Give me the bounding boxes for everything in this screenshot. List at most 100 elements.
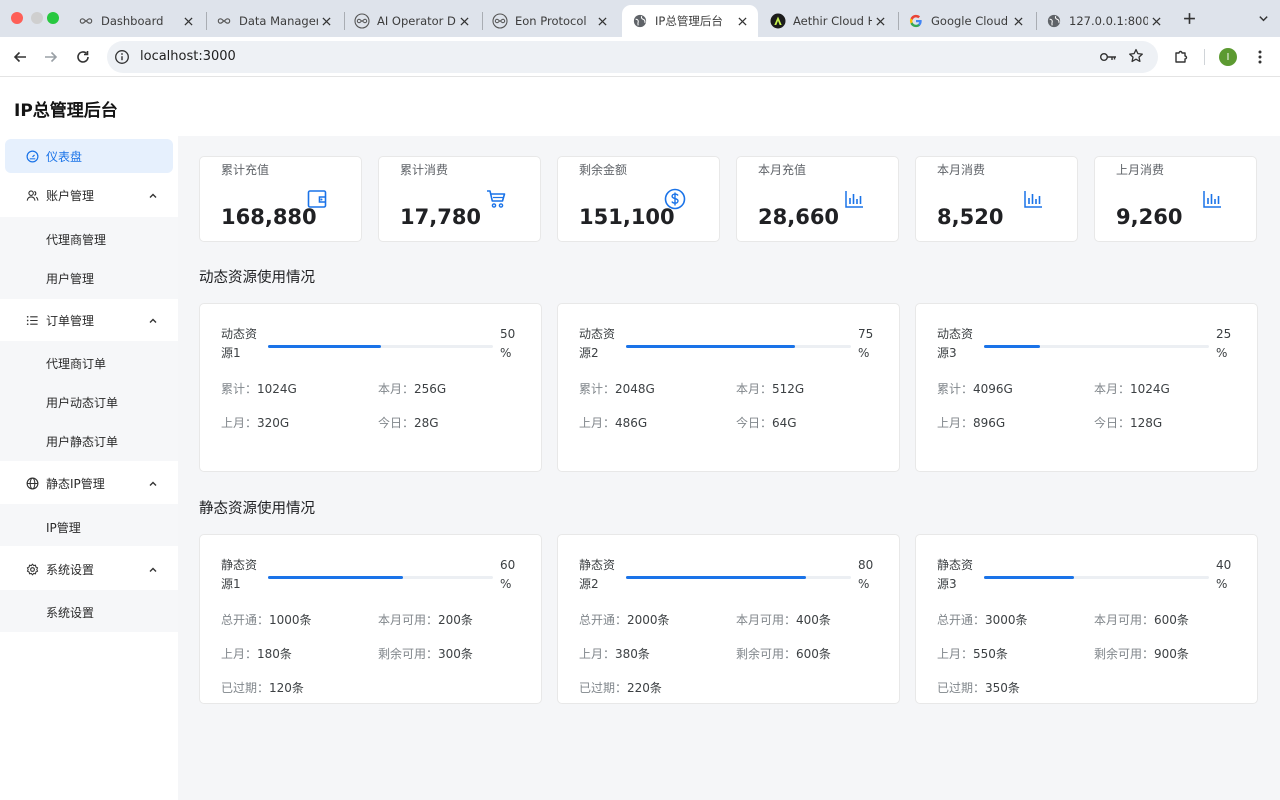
profile-avatar[interactable]: I	[1219, 48, 1237, 66]
sidebar-item-label: 仪表盘	[46, 149, 83, 164]
resource-stat: 总开通：1000条	[221, 613, 312, 627]
usage-progress-fill	[626, 576, 806, 579]
resource-stat: 上月：320G	[221, 416, 290, 430]
browser-tab[interactable]: Eon Protocol	[482, 5, 618, 37]
resource-stat: 上月：550条	[937, 647, 1008, 661]
infinity-circle-icon	[354, 13, 370, 29]
stat-value: 168,880	[221, 205, 317, 229]
close-icon[interactable]	[734, 13, 750, 29]
sidebar-item-label: 订单管理	[46, 313, 95, 328]
sidebar-subitem-user-management[interactable]: 用户管理	[46, 270, 94, 287]
address-bar[interactable]: localhost:3000	[107, 41, 1158, 73]
static-resource-card: 静态资 源2 80% 总开通：2000条 本月可用：400条 上月：380条 剩余…	[557, 534, 900, 704]
browser-menu-kebab-icon[interactable]	[1250, 47, 1270, 67]
sidebar-subitem-agent-orders[interactable]: 代理商订单	[46, 355, 106, 372]
usage-progress-bar	[984, 576, 1209, 579]
sidebar-item-orders[interactable]: 订单管理	[5, 303, 173, 337]
globe-icon	[632, 13, 648, 29]
close-icon[interactable]	[180, 13, 196, 29]
stat-value: 8,520	[937, 205, 1004, 229]
close-icon[interactable]	[318, 13, 334, 29]
sidebar-subitem-system-settings[interactable]: 系统设置	[46, 604, 94, 621]
dashboard-gauge-icon	[25, 149, 39, 163]
browser-tab[interactable]: AI Operator Dashboard	[344, 5, 480, 37]
minimize-window-button[interactable]	[31, 12, 43, 24]
resource-stat: 本月可用：200条	[378, 613, 473, 627]
tab-search-chevron-icon[interactable]	[1254, 9, 1272, 27]
new-tab-plus-icon[interactable]	[1180, 9, 1198, 27]
bar-chart-icon	[1201, 188, 1223, 210]
resource-name: 动态资 源3	[937, 327, 974, 360]
resource-stat: 累计：4096G	[937, 382, 1013, 396]
browser-tab[interactable]: Data Management	[206, 5, 342, 37]
stat-card-remaining-balance: 剩余金额 151,100	[557, 156, 720, 242]
resource-name: 静态资 源2	[579, 558, 616, 591]
resource-stat: 剩余可用：300条	[378, 647, 473, 661]
resource-stat: 已过期：120条	[221, 681, 304, 695]
resource-stat: 上月：180条	[221, 647, 292, 661]
sidebar-item-accounts[interactable]: 账户管理	[5, 178, 173, 212]
bar-chart-icon	[843, 188, 865, 210]
sidebar-subitem-user-static-orders[interactable]: 用户静态订单	[46, 433, 118, 450]
resource-name: 动态资 源1	[221, 327, 258, 360]
usage-progress-bar	[984, 345, 1209, 348]
browser-tab[interactable]: Dashboard	[68, 5, 204, 37]
close-icon[interactable]	[456, 13, 472, 29]
browser-tab[interactable]: Google Cloud Platform	[898, 5, 1034, 37]
sidebar-subitem-agent-management[interactable]: 代理商管理	[46, 231, 106, 248]
resource-name: 静态资 源1	[221, 558, 258, 591]
sidebar-item-static-ip[interactable]: 静态IP管理	[5, 466, 173, 500]
static-resource-card: 静态资 源1 60% 总开通：1000条 本月可用：200条 上月：180条 剩余…	[199, 534, 542, 704]
close-window-button[interactable]	[11, 12, 23, 24]
chevron-up-icon[interactable]	[148, 315, 158, 325]
usage-progress-fill	[984, 576, 1074, 579]
section-title-dynamic: 动态资源使用情况	[199, 270, 315, 286]
chevron-up-icon[interactable]	[148, 190, 158, 200]
forward-arrow-icon[interactable]	[41, 47, 61, 67]
stat-value: 28,660	[758, 205, 840, 229]
stat-label: 本月充值	[758, 163, 807, 177]
resource-stat: 总开通：3000条	[937, 613, 1028, 627]
sidebar-subitem-ip-management[interactable]: IP管理	[46, 519, 81, 536]
resource-stat: 今日：128G	[1094, 416, 1163, 430]
sidebar-item-dashboard[interactable]: 仪表盘	[5, 139, 173, 173]
close-icon[interactable]	[872, 13, 888, 29]
stat-value: 151,100	[579, 205, 675, 229]
browser-toolbar: localhost:3000 I	[0, 37, 1280, 77]
url-text: localhost:3000	[140, 49, 236, 64]
users-icon	[25, 188, 39, 202]
usage-percent: 60%	[500, 558, 516, 591]
browser-tab-active[interactable]: IP总管理后台	[622, 5, 758, 37]
stat-card-month-recharge: 本月充值 28,660	[736, 156, 899, 242]
tab-title: 127.0.0.1:8000	[1069, 14, 1148, 28]
bookmark-star-icon[interactable]	[1128, 48, 1144, 64]
resource-name: 动态资 源2	[579, 327, 616, 360]
resource-stat: 本月：512G	[736, 382, 805, 396]
close-icon[interactable]	[1148, 13, 1164, 29]
gear-icon	[25, 562, 39, 576]
password-key-icon[interactable]	[1099, 49, 1117, 65]
tab-title: Dashboard	[101, 14, 164, 28]
sidebar-item-settings[interactable]: 系统设置	[5, 552, 173, 586]
submenu-static-ip	[0, 504, 178, 546]
close-icon[interactable]	[1010, 13, 1026, 29]
maximize-window-button[interactable]	[47, 12, 59, 24]
infinity-icon	[78, 13, 94, 29]
close-icon[interactable]	[594, 13, 610, 29]
tab-title: Eon Protocol	[515, 14, 587, 28]
chevron-up-icon[interactable]	[148, 564, 158, 574]
browser-tab[interactable]: Aethir Cloud Hub	[760, 5, 896, 37]
chevron-up-icon[interactable]	[148, 478, 158, 488]
extensions-puzzle-icon[interactable]	[1171, 47, 1191, 67]
back-arrow-icon[interactable]	[10, 47, 30, 67]
site-info-icon[interactable]	[114, 49, 130, 65]
stat-label: 上月消费	[1116, 163, 1165, 177]
sidebar-subitem-user-dynamic-orders[interactable]: 用户动态订单	[46, 394, 118, 411]
browser-tab-strip: Dashboard Data Management AI Operator Da…	[0, 0, 1280, 37]
browser-tab[interactable]: 127.0.0.1:8000	[1036, 5, 1172, 37]
stat-card-month-consumption: 本月消费 8,520	[915, 156, 1078, 242]
resource-name: 静态资 源3	[937, 558, 974, 591]
reload-icon[interactable]	[73, 47, 93, 67]
usage-percent: 75%	[858, 327, 874, 360]
resource-stat: 今日：64G	[736, 416, 797, 430]
